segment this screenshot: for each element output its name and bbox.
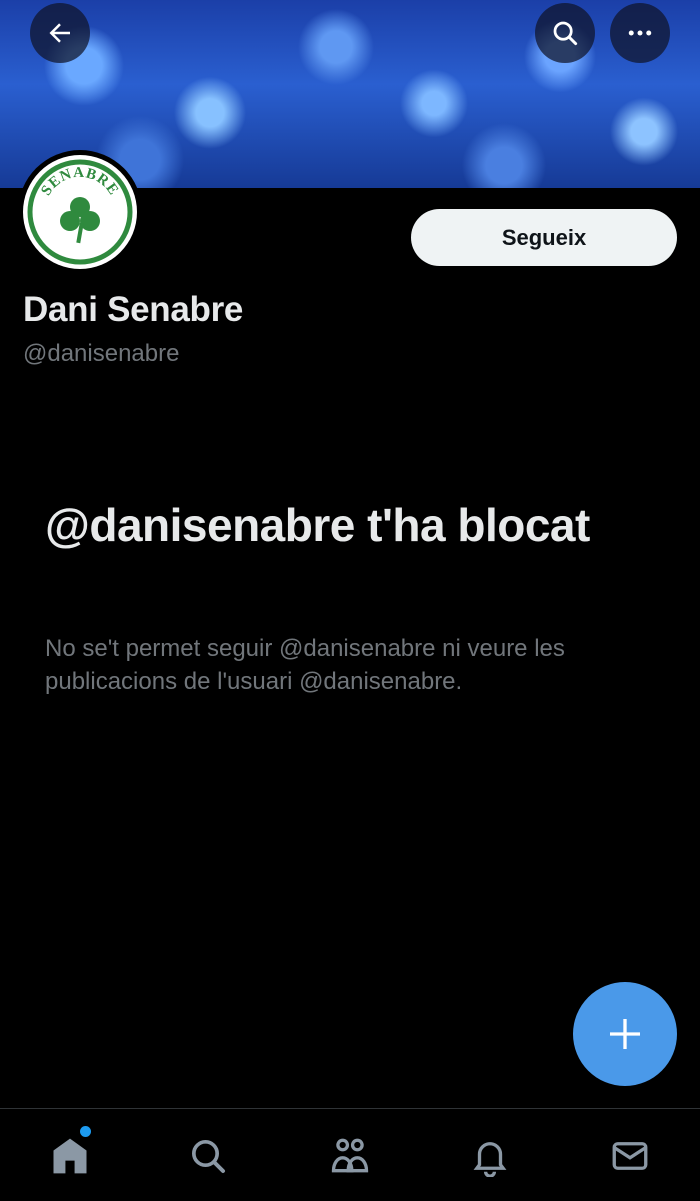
communities-icon [331,1138,369,1173]
search-icon [553,21,578,46]
search-button[interactable] [535,3,595,63]
nav-search[interactable] [183,1131,233,1181]
nav-messages[interactable] [605,1131,655,1181]
display-name: Dani Senabre [23,290,244,329]
avatar[interactable]: SENABRE [18,150,142,274]
more-options-button[interactable] [610,3,670,63]
search-icon [192,1140,225,1173]
nav-notifications[interactable] [465,1131,515,1181]
nav-communities[interactable] [325,1131,375,1181]
plus-icon [610,1019,640,1049]
more-horizontal-icon [628,30,652,36]
follow-button[interactable]: Segueix [411,209,677,266]
home-icon [53,1138,87,1174]
avatar-logo: SENABRE [23,155,137,269]
shamrock-icon: SENABRE [27,159,133,265]
nav-home[interactable] [45,1131,95,1181]
back-button[interactable] [30,3,90,63]
bottom-navigation [0,1108,700,1201]
notification-dot [80,1126,91,1137]
bell-icon [473,1142,507,1177]
arrow-left-icon [49,23,70,43]
mail-icon [612,1142,648,1170]
blocked-description: No se't permet seguir @danisenabre ni ve… [45,635,565,695]
blocked-title: @danisenabre t'ha blocat [45,499,590,551]
compose-button[interactable] [573,982,677,1086]
username-handle: @danisenabre [23,340,180,367]
